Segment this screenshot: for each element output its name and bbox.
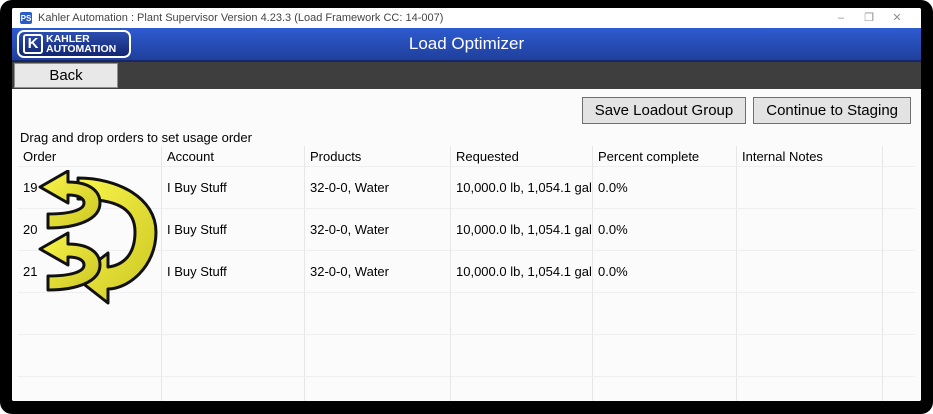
cell-requested: 10,000.0 lb, 1,054.1 gal [451,251,593,293]
cell-spacer [883,251,915,293]
table-row-empty [18,293,915,335]
window-controls: – ❐ ✕ [827,8,921,28]
continue-to-staging-button[interactable]: Continue to Staging [753,97,911,124]
app-window: PS Kahler Automation : Plant Supervisor … [12,8,921,401]
cell-internal-notes [737,209,883,251]
col-header-spacer [883,146,915,167]
cell-order: 21 [18,251,162,293]
cell-account: I Buy Stuff [162,209,305,251]
drag-drop-instruction: Drag and drop orders to set usage order [20,130,252,145]
app-header: Load Optimizer K KAHLER AUTOMATION [12,28,921,62]
window-title: Kahler Automation : Plant Supervisor Ver… [38,12,827,24]
col-header-order: Order [18,146,162,167]
orders-table: Order Account Products Requested Percent… [18,146,915,401]
cell-requested: 10,000.0 lb, 1,054.1 gal [451,167,593,209]
window-frame: PS Kahler Automation : Plant Supervisor … [0,0,933,414]
cell-order: 19 [18,167,162,209]
close-icon[interactable]: ✕ [883,8,911,28]
back-button[interactable]: Back [14,63,118,88]
minimize-icon[interactable]: – [827,8,855,28]
action-buttons: Save Loadout Group Continue to Staging [582,97,911,124]
cell-products: 32-0-0, Water [305,167,451,209]
table-row[interactable]: 19 I Buy Stuff 32-0-0, Water 10,000.0 lb… [18,167,915,209]
col-header-internal-notes: Internal Notes [737,146,883,167]
col-header-requested: Requested [451,146,593,167]
col-header-percent-complete: Percent complete [593,146,737,167]
col-header-account: Account [162,146,305,167]
col-header-products: Products [305,146,451,167]
cell-percent-complete: 0.0% [593,167,737,209]
cell-account: I Buy Stuff [162,251,305,293]
cell-spacer [883,209,915,251]
cell-products: 32-0-0, Water [305,251,451,293]
cell-percent-complete: 0.0% [593,251,737,293]
table-row[interactable]: 20 I Buy Stuff 32-0-0, Water 10,000.0 lb… [18,209,915,251]
cell-spacer [883,167,915,209]
app-icon: PS [20,12,32,24]
table-row[interactable]: 21 I Buy Stuff 32-0-0, Water 10,000.0 lb… [18,251,915,293]
cell-internal-notes [737,251,883,293]
table-row-empty [18,335,915,377]
cell-account: I Buy Stuff [162,167,305,209]
nav-strip: Back [12,62,921,89]
cell-requested: 10,000.0 lb, 1,054.1 gal [451,209,593,251]
page-title: Load Optimizer [12,34,921,54]
title-bar: PS Kahler Automation : Plant Supervisor … [12,8,921,28]
cell-order: 20 [18,209,162,251]
table-row-empty [18,377,915,401]
table-header-row: Order Account Products Requested Percent… [18,146,915,167]
main-content: Save Loadout Group Continue to Staging D… [12,89,921,401]
restore-icon[interactable]: ❐ [855,8,883,28]
save-loadout-group-button[interactable]: Save Loadout Group [582,97,746,124]
cell-percent-complete: 0.0% [593,209,737,251]
cell-products: 32-0-0, Water [305,209,451,251]
cell-internal-notes [737,167,883,209]
